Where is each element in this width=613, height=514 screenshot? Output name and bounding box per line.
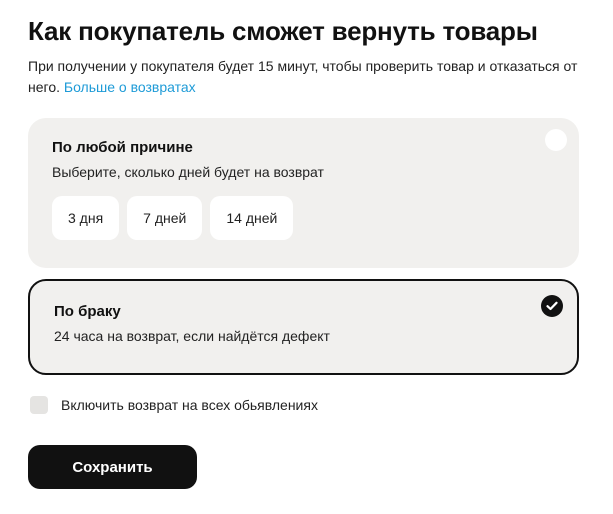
- return-option-defect[interactable]: По браку 24 часа на возврат, если найдёт…: [28, 279, 579, 375]
- days-option-14[interactable]: 14 дней: [210, 196, 294, 240]
- days-option-7[interactable]: 7 дней: [127, 196, 203, 240]
- option-subtitle: 24 часа на возврат, если найдётся дефект: [54, 328, 330, 344]
- all-listings-checkbox-label: Включить возврат на всех обьявлениях: [61, 397, 318, 413]
- return-option-any-reason[interactable]: По любой причине Выберите, сколько дней …: [28, 118, 579, 268]
- option-subtitle: Выберите, сколько дней будет на возврат: [52, 164, 324, 180]
- option-title: По браку: [54, 303, 121, 320]
- returns-info-link[interactable]: Больше о возвратах: [64, 79, 196, 95]
- return-settings-page: Как покупатель сможет вернуть товары При…: [0, 0, 613, 514]
- page-description: При получении у покупателя будет 15 мину…: [28, 56, 588, 98]
- option-title: По любой причине: [52, 139, 193, 156]
- save-button[interactable]: Сохранить: [28, 445, 197, 489]
- page-title: Как покупатель сможет вернуть товары: [28, 16, 538, 46]
- radio-unchecked-icon[interactable]: [545, 129, 567, 151]
- checkmark-icon: [546, 301, 558, 311]
- radio-checked-icon[interactable]: [541, 295, 563, 317]
- days-option-3[interactable]: 3 дня: [52, 196, 120, 240]
- return-days-selector: 3 дня 7 дней 14 дней: [52, 196, 294, 240]
- all-listings-checkbox-row[interactable]: Включить возврат на всех обьявлениях: [30, 396, 318, 414]
- all-listings-checkbox[interactable]: [30, 396, 48, 414]
